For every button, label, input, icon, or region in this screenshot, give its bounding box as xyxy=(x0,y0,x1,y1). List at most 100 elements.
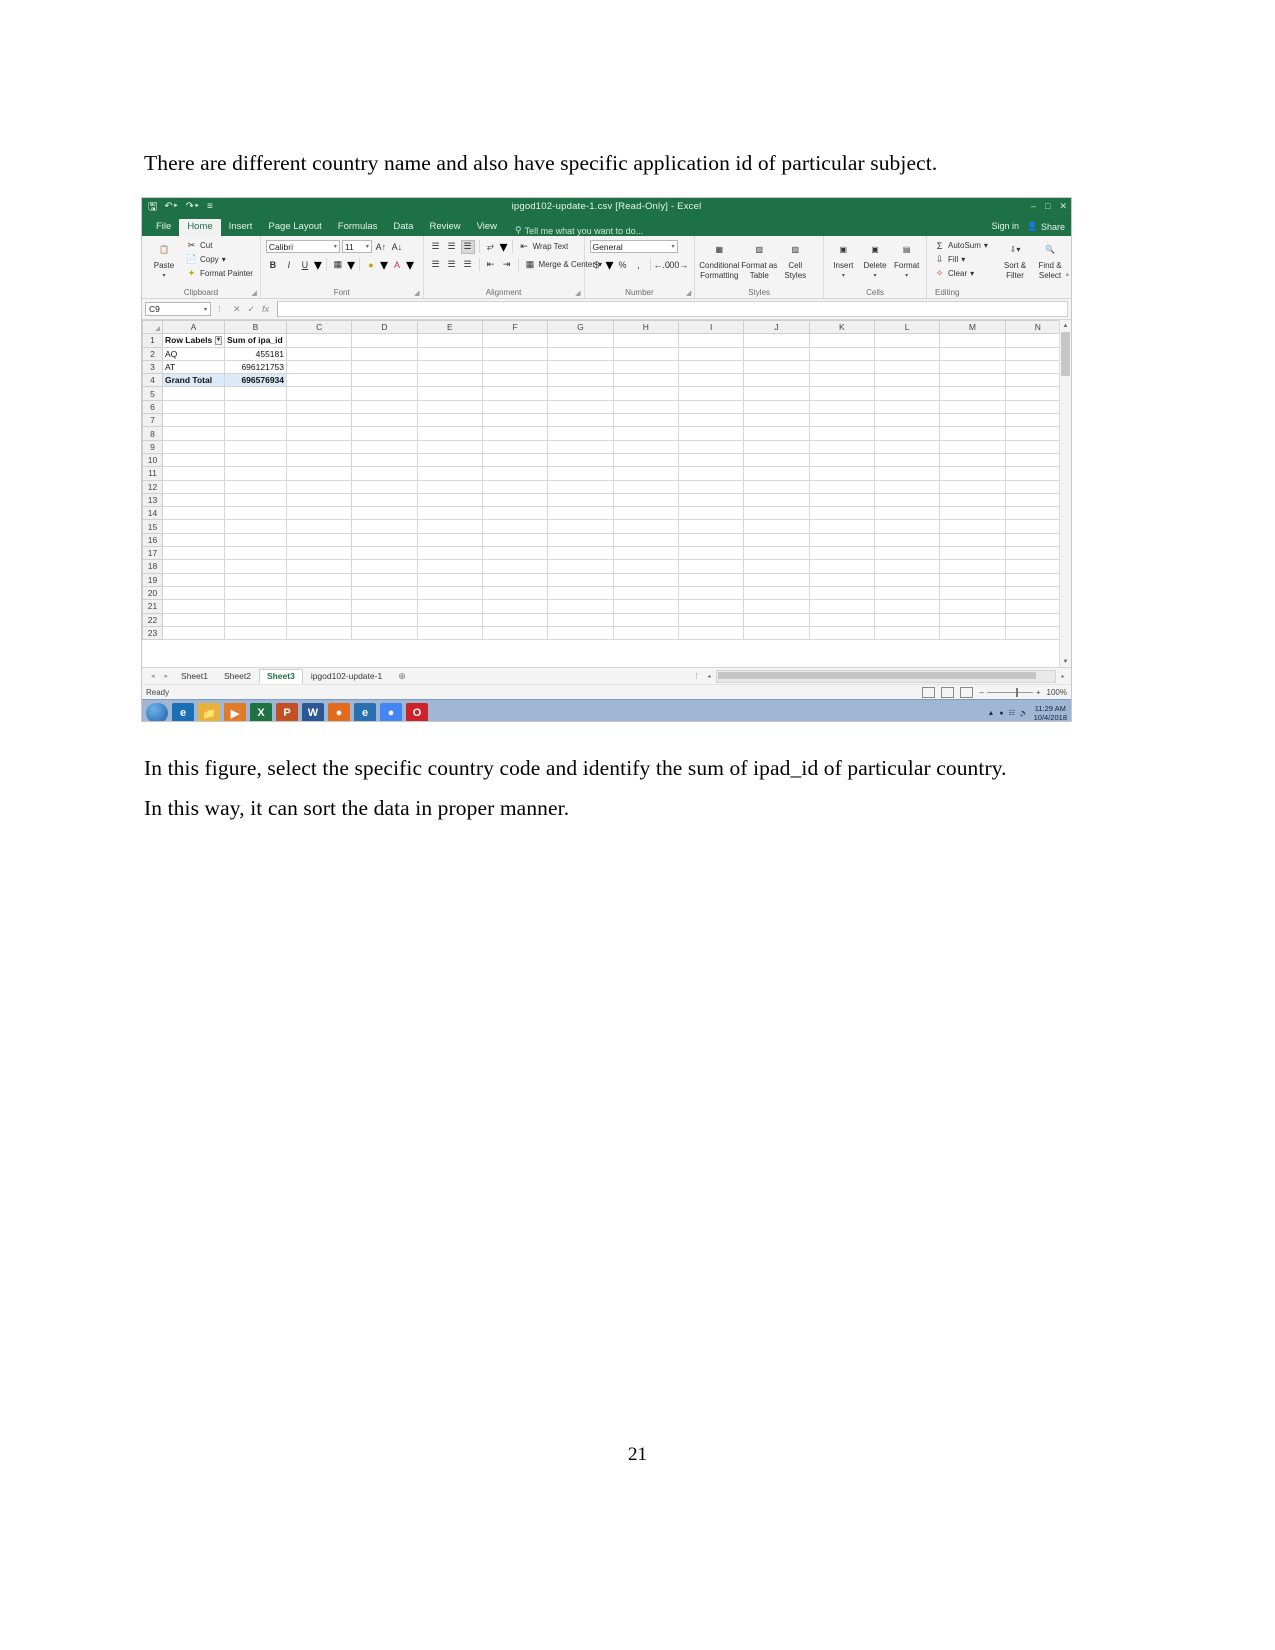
table-row[interactable]: 17 xyxy=(142,546,1071,561)
cell-D8[interactable] xyxy=(351,426,418,441)
cell-F6[interactable] xyxy=(481,399,549,415)
sheet-tab-sheet3[interactable]: Sheet3 xyxy=(258,668,303,684)
cell-G14[interactable] xyxy=(547,506,614,521)
row-header-8[interactable]: 8 xyxy=(142,426,163,441)
cell-I4[interactable] xyxy=(677,373,745,388)
cell-E2[interactable] xyxy=(416,346,483,361)
cell-H17[interactable] xyxy=(612,546,679,561)
vertical-scrollbar[interactable]: ▲ ▼ xyxy=(1059,320,1071,667)
cell-B3[interactable]: 696121753 xyxy=(224,359,287,375)
cell-H3[interactable] xyxy=(612,359,679,375)
cell-F13[interactable] xyxy=(481,492,549,508)
cell-L5[interactable] xyxy=(873,386,941,401)
cell-C8[interactable] xyxy=(285,426,353,441)
cell-I7[interactable] xyxy=(677,413,745,428)
cell-K18[interactable] xyxy=(808,559,875,574)
cell-G13[interactable] xyxy=(547,492,614,508)
cell-A7[interactable] xyxy=(162,413,225,428)
collapse-ribbon-icon[interactable]: ▴ xyxy=(1065,270,1069,278)
align-left-icon[interactable]: ☰ xyxy=(429,258,443,272)
cell-C21[interactable] xyxy=(285,599,353,614)
cell-H15[interactable] xyxy=(612,519,679,534)
sheet-tab-sheet1[interactable]: Sheet1 xyxy=(173,669,216,684)
clipboard-dialog-launcher[interactable]: ◢ xyxy=(252,289,257,297)
cell-M22[interactable] xyxy=(939,612,1006,627)
cell-C22[interactable] xyxy=(285,612,353,627)
cell-C15[interactable] xyxy=(285,519,353,534)
cell-L3[interactable] xyxy=(873,359,941,375)
cell-F3[interactable] xyxy=(481,359,549,375)
cell-K3[interactable] xyxy=(808,359,875,375)
cell-L7[interactable] xyxy=(873,413,941,428)
cell-D18[interactable] xyxy=(351,559,418,574)
column-header-b[interactable]: B xyxy=(224,319,287,335)
cell-J15[interactable] xyxy=(743,519,810,534)
cell-B13[interactable] xyxy=(224,492,287,508)
cell-E9[interactable] xyxy=(416,439,483,454)
cell-C16[interactable] xyxy=(285,532,353,548)
cell-L14[interactable] xyxy=(873,506,941,521)
scroll-right-icon[interactable]: ▸ xyxy=(1058,673,1068,680)
table-row[interactable]: 7 xyxy=(142,413,1071,428)
cell-D22[interactable] xyxy=(351,612,418,627)
cell-G17[interactable] xyxy=(547,546,614,561)
cell-F22[interactable] xyxy=(481,612,549,627)
cell-I1[interactable] xyxy=(677,333,745,348)
cell-A9[interactable] xyxy=(162,439,225,454)
cell-D5[interactable] xyxy=(351,386,418,401)
fill-color-icon[interactable]: ● xyxy=(364,258,378,272)
decrease-indent-icon[interactable]: ⇤ xyxy=(484,258,498,272)
cell-A17[interactable] xyxy=(162,546,225,561)
chevron-down-icon[interactable]: ▾ xyxy=(500,237,508,257)
conditional-formatting-button[interactable]: ▦ Conditional Formatting xyxy=(699,239,739,281)
cell-G11[interactable] xyxy=(547,466,614,481)
cell-J2[interactable] xyxy=(743,346,810,361)
insert-function-icon[interactable]: fx xyxy=(262,304,269,314)
cell-H18[interactable] xyxy=(612,559,679,574)
cell-C13[interactable] xyxy=(285,492,353,508)
format-cells-button[interactable]: ▤ Format ▾ xyxy=(892,239,921,281)
alignment-dialog-launcher[interactable]: ◢ xyxy=(575,289,580,297)
cell-F21[interactable] xyxy=(481,599,549,614)
cell-G4[interactable] xyxy=(547,373,614,388)
cell-J7[interactable] xyxy=(743,413,810,428)
increase-indent-icon[interactable]: ⇥ xyxy=(500,258,514,272)
table-row[interactable]: 5 xyxy=(142,386,1071,401)
cell-L22[interactable] xyxy=(873,612,941,627)
cell-F7[interactable] xyxy=(481,413,549,428)
cell-B1[interactable]: Sum of ipa_id xyxy=(224,333,287,348)
cell-G22[interactable] xyxy=(547,612,614,627)
row-header-6[interactable]: 6 xyxy=(142,399,163,415)
cell-M14[interactable] xyxy=(939,506,1006,521)
cell-E5[interactable] xyxy=(416,386,483,401)
cell-E18[interactable] xyxy=(416,559,483,574)
cell-G7[interactable] xyxy=(547,413,614,428)
cell-J22[interactable] xyxy=(743,612,810,627)
media-player-icon[interactable]: ▶ xyxy=(224,703,246,721)
cell-M2[interactable] xyxy=(939,346,1006,361)
cell-D23[interactable] xyxy=(351,625,418,641)
delete-cells-button[interactable]: ▣ Delete ▾ xyxy=(861,239,890,281)
table-row[interactable]: 14 xyxy=(142,506,1071,521)
horizontal-scrollbar[interactable] xyxy=(716,669,1056,683)
cell-B15[interactable] xyxy=(224,519,287,534)
cell-A16[interactable] xyxy=(162,532,225,548)
tab-formulas[interactable]: Formulas xyxy=(330,219,386,236)
cell-F4[interactable] xyxy=(481,373,549,388)
table-row[interactable]: 18 xyxy=(142,559,1071,574)
cell-J18[interactable] xyxy=(743,559,810,574)
cell-D1[interactable] xyxy=(351,333,418,348)
cell-K2[interactable] xyxy=(808,346,875,361)
table-row[interactable]: 19 xyxy=(142,572,1071,587)
copy-button[interactable]: 📄 Copy ▾ xyxy=(184,253,255,266)
row-header-18[interactable]: 18 xyxy=(142,559,163,574)
align-bottom-icon[interactable]: ☰ xyxy=(460,239,475,254)
row-header-14[interactable]: 14 xyxy=(142,506,163,521)
table-row[interactable]: 22 xyxy=(142,612,1071,627)
close-icon[interactable]: ✕ xyxy=(1059,201,1067,212)
cell-D16[interactable] xyxy=(351,532,418,548)
row-header-9[interactable]: 9 xyxy=(142,439,163,454)
cell-C1[interactable] xyxy=(285,333,353,348)
cell-C23[interactable] xyxy=(285,625,353,641)
cell-F20[interactable] xyxy=(481,585,549,601)
